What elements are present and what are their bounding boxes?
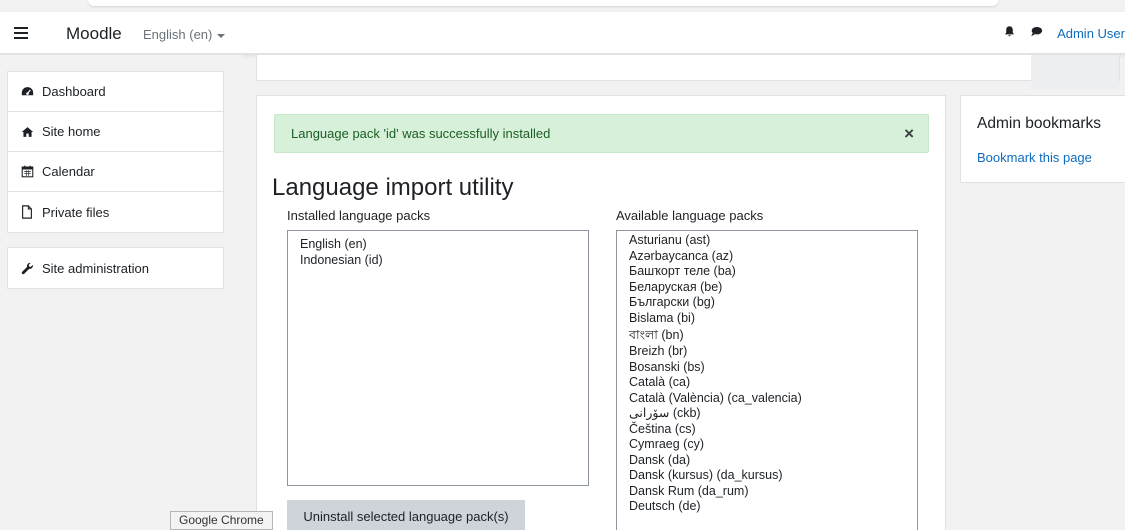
top-navbar: Moodle English (en) Admin User xyxy=(0,12,1125,54)
list-item[interactable]: Bislama (bi) xyxy=(629,311,905,327)
nav-item-calendar[interactable]: Calendar xyxy=(8,152,223,192)
list-item[interactable]: Bosanski (bs) xyxy=(629,360,905,376)
available-packs-listbox[interactable]: Asturianu (ast) Azərbaycanca (az) Башҡор… xyxy=(616,230,918,530)
language-menu[interactable]: English (en) xyxy=(143,27,226,42)
list-item[interactable]: Breizh (br) xyxy=(629,344,905,360)
nav-item-label: Dashboard xyxy=(42,84,106,99)
calendar-icon xyxy=(20,165,34,179)
navbar-user-area: Admin User xyxy=(1003,24,1125,42)
main-content-card: Language pack 'id' was successfully inst… xyxy=(256,95,946,530)
wrench-icon xyxy=(20,261,34,275)
list-item[interactable]: Asturianu (ast) xyxy=(629,233,905,249)
list-item[interactable]: Cymraeg (cy) xyxy=(629,437,905,453)
nav-item-site-home[interactable]: Site home xyxy=(8,112,223,152)
list-item[interactable]: Čeština (cs) xyxy=(629,422,905,438)
caret-down-icon xyxy=(217,33,226,38)
list-item[interactable]: Deutsch (de) xyxy=(629,499,905,515)
file-icon xyxy=(20,205,34,219)
nav-item-label: Calendar xyxy=(42,164,95,179)
list-item[interactable]: Dansk (da) xyxy=(629,453,905,469)
nav-item-site-administration[interactable]: Site administration xyxy=(8,248,223,288)
home-icon xyxy=(20,125,34,139)
uninstall-button[interactable]: Uninstall selected language pack(s) xyxy=(287,500,525,530)
list-item[interactable]: Català (ca) xyxy=(629,375,905,391)
nav-drawer-primary: Dashboard Site home Calendar Private fil… xyxy=(7,71,224,233)
bell-icon[interactable] xyxy=(1003,25,1016,41)
admin-bookmarks-block: Admin bookmarks Bookmark this page xyxy=(960,95,1125,183)
nav-drawer-admin: Site administration xyxy=(7,247,224,289)
list-item[interactable]: Indonesian (id) xyxy=(300,253,576,269)
available-packs-label: Available language packs xyxy=(616,208,764,223)
list-item[interactable]: Català (València) (ca_valencia) xyxy=(629,391,905,407)
page-header-card xyxy=(256,55,1120,89)
list-item[interactable]: English (en) xyxy=(300,237,576,253)
hamburger-menu-icon[interactable] xyxy=(14,22,32,44)
list-item[interactable]: Беларуская (be) xyxy=(629,280,905,296)
nav-item-label: Private files xyxy=(42,204,110,220)
nav-item-dashboard[interactable]: Dashboard xyxy=(8,72,223,112)
page-title: Language import utility xyxy=(272,174,514,201)
chat-bubble-icon[interactable] xyxy=(1030,25,1043,41)
list-item[interactable]: Azərbaycanca (az) xyxy=(629,249,905,265)
header-action-area xyxy=(1031,55,1119,89)
installed-packs-label: Installed language packs xyxy=(287,208,431,223)
dashboard-icon xyxy=(20,85,34,99)
bookmark-link[interactable]: Bookmark this page xyxy=(977,150,1092,165)
nav-item-label: Site home xyxy=(42,124,101,139)
alert-message: Language pack 'id' was successfully inst… xyxy=(291,126,551,141)
list-item[interactable]: Български (bg) xyxy=(629,295,905,311)
nav-item-label: Site administration xyxy=(42,260,149,276)
site-brand[interactable]: Moodle xyxy=(66,24,122,44)
browser-top-strip xyxy=(0,0,1125,12)
list-item[interactable]: سۆرانی (ckb) xyxy=(629,406,905,422)
list-item[interactable]: Dansk Rum (da_rum) xyxy=(629,484,905,500)
browser-address-bar-edge xyxy=(88,0,998,6)
language-menu-label: English (en) xyxy=(143,27,213,42)
success-alert: Language pack 'id' was successfully inst… xyxy=(274,114,929,153)
close-icon[interactable]: × xyxy=(904,125,914,142)
list-item[interactable]: Башҡорт теле (ba) xyxy=(629,264,905,280)
user-menu[interactable]: Admin User xyxy=(1057,26,1125,41)
nav-drawer: Dashboard Site home Calendar Private fil… xyxy=(0,55,242,530)
installed-packs-listbox[interactable]: English (en) Indonesian (id) xyxy=(287,230,589,486)
list-item[interactable]: Dansk (kursus) (da_kursus) xyxy=(629,468,905,484)
list-item[interactable]: বাংলা (bn) xyxy=(629,326,905,344)
tooltip: Google Chrome xyxy=(170,511,273,530)
nav-item-private-files[interactable]: Private files xyxy=(8,192,223,232)
block-title: Admin bookmarks xyxy=(977,115,1102,132)
